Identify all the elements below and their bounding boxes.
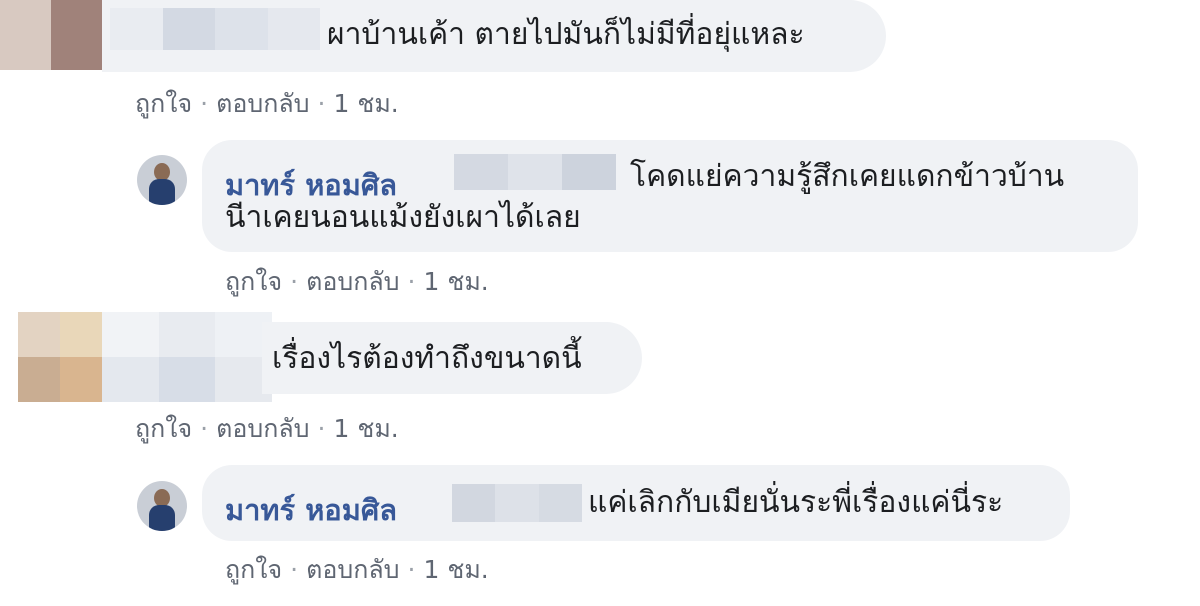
separator-dot: · xyxy=(200,414,209,443)
blurred-author-name[interactable] xyxy=(110,8,320,50)
separator-dot: · xyxy=(407,267,416,296)
avatar-pixelated[interactable] xyxy=(18,312,102,402)
separator-dot: · xyxy=(200,89,209,118)
reply-link[interactable]: ตอบกลับ xyxy=(216,409,309,449)
avatar[interactable] xyxy=(137,155,187,205)
comment-actions: ถูกใจ · ตอบกลับ · 1 ชม. xyxy=(135,84,399,124)
reply-link[interactable]: ตอบกลับ xyxy=(216,84,309,124)
avatar-pixelated[interactable] xyxy=(0,0,102,70)
timestamp[interactable]: 1 ชม. xyxy=(424,550,489,590)
like-link[interactable]: ถูกใจ xyxy=(225,262,282,302)
timestamp[interactable]: 1 ชม. xyxy=(334,84,399,124)
separator-dot: · xyxy=(407,555,416,584)
avatar-body xyxy=(149,179,175,205)
comment-actions: ถูกใจ · ตอบกลับ · 1 ชม. xyxy=(135,409,399,449)
comment-text: ผาบ้านเค้า ตายไปมันก็ไม่มีที่อยุ่แหละ xyxy=(327,17,805,52)
like-link[interactable]: ถูกใจ xyxy=(135,409,192,449)
like-link[interactable]: ถูกใจ xyxy=(135,84,192,124)
separator-dot: · xyxy=(290,267,299,296)
blurred-name-part xyxy=(452,484,582,522)
timestamp[interactable]: 1 ชม. xyxy=(424,262,489,302)
reply-text: แค่เลิกกับเมียนั่นระพี่เรื่องแค่นี่ระ xyxy=(588,485,1004,520)
comment-text: เรื่องไรต้องทำถึงขนาดนี้ xyxy=(272,341,582,376)
reply-actions: ถูกใจ · ตอบกลับ · 1 ชม. xyxy=(225,550,489,590)
reply-text-line-2: นีาเคยนอนแม้งยังเผาได้เลย xyxy=(225,200,581,235)
timestamp[interactable]: 1 ชม. xyxy=(334,409,399,449)
reply-link[interactable]: ตอบกลับ xyxy=(306,262,399,302)
avatar-body xyxy=(149,505,175,531)
like-link[interactable]: ถูกใจ xyxy=(225,550,282,590)
separator-dot: · xyxy=(317,414,326,443)
reply-link[interactable]: ตอบกลับ xyxy=(306,550,399,590)
separator-dot: · xyxy=(290,555,299,584)
blurred-name-part xyxy=(454,154,616,190)
reply-text-line-1: โคดแย่ความรู้สึกเคยแดกข้าวบ้าน xyxy=(630,159,1065,194)
separator-dot: · xyxy=(317,89,326,118)
avatar[interactable] xyxy=(137,481,187,531)
reply-author-name[interactable]: มาทร์ หอมศิล xyxy=(225,487,397,533)
reply-actions: ถูกใจ · ตอบกลับ · 1 ชม. xyxy=(225,262,489,302)
blurred-author-name[interactable] xyxy=(102,312,272,402)
